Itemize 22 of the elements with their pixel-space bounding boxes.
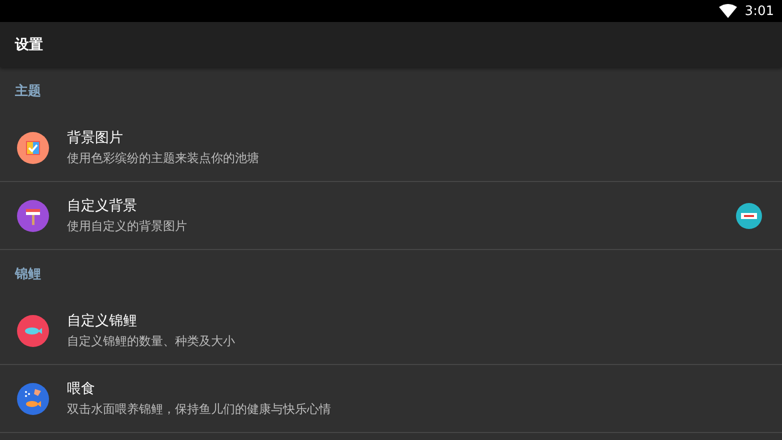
settings-item[interactable]: 自定义锦鲤 自定义锦鲤的数量、种类及大小 — [0, 297, 782, 365]
item-description: 双击水面喂养锦鲤，保持鱼儿们的健康与快乐心情 — [67, 400, 332, 418]
item-description: 使用色彩缤纷的主题来装点你的池塘 — [67, 150, 260, 166]
section-header: 主题 — [15, 82, 41, 100]
settings-item[interactable]: 喂食 双击水面喂养锦鲤，保持鱼儿们的健康与快乐心情 — [0, 365, 782, 433]
wifi-icon — [718, 4, 737, 18]
paint-roller-icon — [17, 200, 49, 232]
item-title: 自定义背景 — [67, 196, 138, 214]
item-title: 自定义锦鲤 — [67, 312, 138, 330]
item-title: 喂食 — [67, 380, 96, 398]
section-header: 锦鲤 — [15, 266, 41, 282]
fish-icon — [17, 314, 49, 346]
clock-time: 3:01 — [744, 4, 774, 18]
feeding-fish-icon — [17, 382, 49, 414]
checkbox-picture-icon — [17, 132, 49, 164]
settings-item[interactable]: 背景图片 使用色彩缤纷的主题来装点你的池塘 — [0, 114, 782, 182]
price-tag-icon[interactable] — [736, 202, 762, 228]
item-title: 背景图片 — [67, 128, 124, 146]
item-description: 自定义锦鲤的数量、种类及大小 — [67, 332, 236, 350]
settings-item[interactable]: 自定义背景 使用自定义的背景图片 — [0, 182, 782, 250]
item-description: 使用自定义的背景图片 — [67, 218, 188, 234]
screen-title: 设置 — [15, 36, 43, 54]
